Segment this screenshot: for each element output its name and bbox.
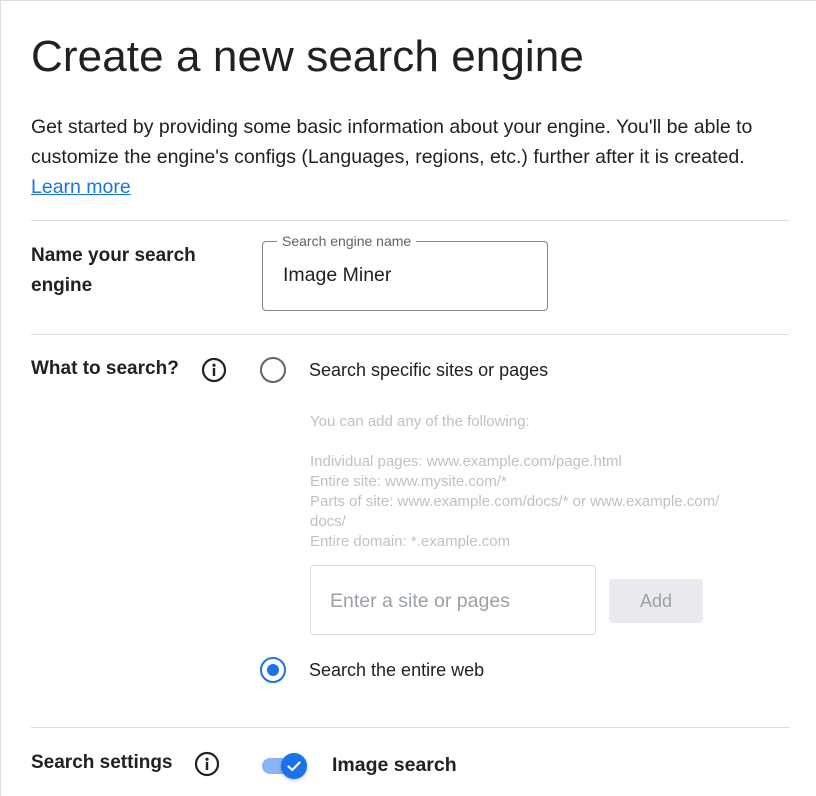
image-search-label: Image search xyxy=(332,754,457,776)
hint-intro: You can add any of the following: xyxy=(310,413,530,430)
name-label-line2: engine xyxy=(31,275,93,296)
search-specific-sites-label[interactable]: Search specific sites or pages xyxy=(309,360,548,381)
name-label-line1: Name your search xyxy=(31,245,196,266)
site-input-placeholder: Enter a site or pages xyxy=(330,590,510,612)
what-to-search-label: What to search? xyxy=(31,358,179,379)
divider xyxy=(31,727,789,728)
search-engine-name-value: Image Miner xyxy=(283,264,392,286)
intro-description: Get started by providing some basic info… xyxy=(31,116,753,168)
info-icon[interactable] xyxy=(194,751,220,777)
hint-individual-pages: Individual pages: www.example.com/page.h… xyxy=(310,453,622,470)
info-icon[interactable] xyxy=(201,357,227,383)
image-search-toggle[interactable] xyxy=(262,752,308,780)
check-icon xyxy=(287,761,301,772)
hint-entire-domain: Entire domain: *.example.com xyxy=(310,533,511,550)
search-entire-web-radio[interactable] xyxy=(260,657,286,683)
divider xyxy=(31,220,789,221)
intro-text: Get started by providing some basic info… xyxy=(31,112,801,202)
site-input[interactable]: Enter a site or pages xyxy=(310,565,596,635)
hint-entire-site: Entire site: www.mysite.com/* xyxy=(310,473,507,490)
hint-parts-of-site: Parts of site: www.example.com/docs/* or… xyxy=(310,493,720,510)
search-settings-label: Search settings xyxy=(31,752,173,773)
name-section-label: Name your search engine xyxy=(31,241,196,301)
toggle-knob xyxy=(281,753,307,779)
search-entire-web-label[interactable]: Search the entire web xyxy=(309,660,484,681)
add-button[interactable]: Add xyxy=(609,579,703,623)
search-engine-name-label: Search engine name xyxy=(277,233,417,249)
learn-more-link[interactable]: Learn more xyxy=(31,176,131,198)
search-specific-sites-radio[interactable] xyxy=(260,357,286,383)
search-engine-name-field[interactable]: Search engine name Image Miner xyxy=(262,233,548,311)
divider xyxy=(31,334,789,335)
radio-selected-dot xyxy=(267,664,279,676)
page-title: Create a new search engine xyxy=(31,32,584,81)
hint-parts-of-site-cont: docs/ xyxy=(310,513,346,530)
